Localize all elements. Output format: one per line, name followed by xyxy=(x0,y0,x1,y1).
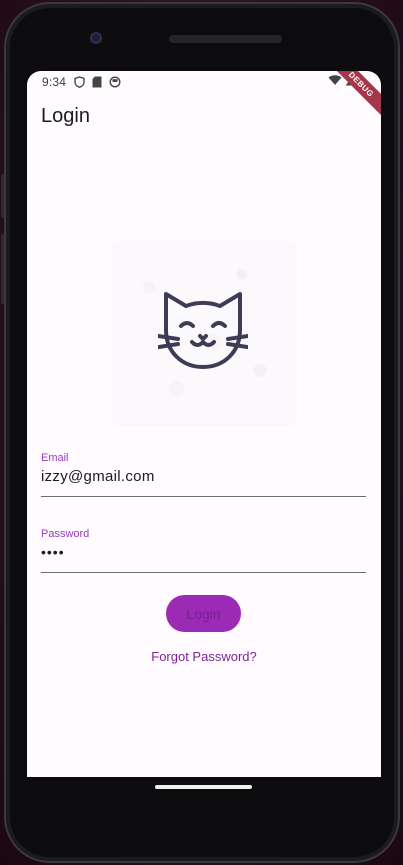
sd-card-icon xyxy=(92,76,102,88)
shield-icon xyxy=(74,76,85,88)
status-bar: 9:34 xyxy=(27,71,381,93)
app-screen: 9:34 DEBUG Login Email izzy@gmail.com Pa… xyxy=(27,71,381,777)
password-label: Password xyxy=(41,528,90,540)
password-input[interactable]: •••• xyxy=(41,544,366,560)
status-icons xyxy=(74,76,121,88)
password-underline xyxy=(41,572,366,573)
power-button xyxy=(1,234,4,304)
email-underline xyxy=(41,496,366,497)
forgot-password-link[interactable]: Forgot Password? xyxy=(27,649,381,664)
page-title: Login xyxy=(41,105,90,127)
cat-face-icon xyxy=(158,292,248,369)
front-camera xyxy=(90,32,102,44)
status-time: 9:34 xyxy=(42,75,67,89)
email-input[interactable]: izzy@gmail.com xyxy=(41,468,366,485)
login-button[interactable]: Login xyxy=(166,595,241,632)
password-field[interactable]: Password •••• xyxy=(41,528,366,573)
home-indicator[interactable] xyxy=(155,785,252,789)
email-field[interactable]: Email izzy@gmail.com xyxy=(41,452,366,497)
volume-button xyxy=(1,174,4,218)
email-label: Email xyxy=(41,452,69,464)
sync-icon xyxy=(109,76,121,88)
earpiece-speaker xyxy=(169,35,282,43)
wifi-icon xyxy=(328,75,342,85)
